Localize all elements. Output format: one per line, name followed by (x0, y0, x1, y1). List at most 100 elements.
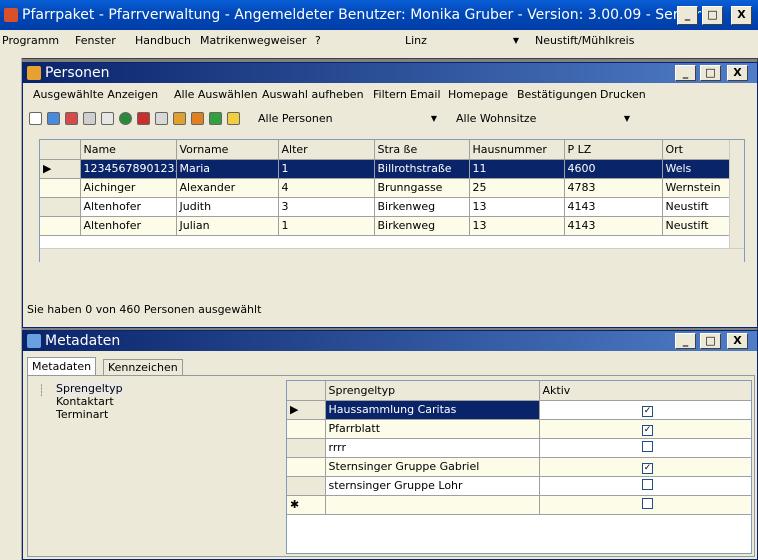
group-green-icon[interactable] (209, 112, 222, 125)
cell-hausnummer[interactable]: 13 (469, 197, 565, 217)
btn-drucken[interactable]: Drucken (600, 85, 646, 105)
cell-vorname[interactable]: Alexander (176, 178, 279, 198)
aktiv-checkbox[interactable] (642, 478, 653, 490)
cell-name[interactable]: Altenhofer (80, 216, 177, 236)
table-row[interactable]: rrrr (287, 438, 751, 458)
cell-sprengeltyp[interactable]: Haussammlung Caritas (325, 400, 540, 420)
cell-vorname[interactable]: Maria (176, 159, 279, 179)
cell-plz[interactable]: 4600 (564, 159, 663, 179)
btn-filtern[interactable]: Filtern (373, 85, 407, 105)
menu-matrikenwegweiser[interactable]: Matrikenwegweiser (200, 30, 306, 52)
row-selector[interactable] (40, 216, 81, 236)
cell-hausnummer[interactable]: 13 (469, 216, 565, 236)
cell-name[interactable]: 1234567890123... (80, 159, 177, 179)
aktiv-checkbox[interactable]: ✓ (642, 424, 653, 436)
aktiv-checkbox[interactable] (642, 497, 653, 509)
cell-sprengeltyp-new[interactable] (325, 495, 540, 515)
metadaten-close-button[interactable]: X (727, 333, 748, 349)
col-strasse[interactable]: Stra ße (374, 140, 470, 160)
pdf-icon[interactable] (137, 112, 150, 125)
checkbox-icon[interactable] (29, 112, 42, 125)
row-selector[interactable] (287, 457, 326, 477)
btn-alle-auswaehlen[interactable]: Alle Auswählen (174, 85, 258, 105)
col-sprengeltyp[interactable]: Sprengeltyp (325, 381, 540, 401)
group-icon[interactable] (191, 112, 204, 125)
cell-vorname[interactable]: Julian (176, 216, 279, 236)
table-row[interactable]: Sternsinger Gruppe Gabriel ✓ (287, 457, 751, 477)
col-aktiv[interactable]: Aktiv (539, 381, 751, 401)
cell-strasse[interactable]: Brunngasse (374, 178, 470, 198)
tree-item-sprengeltyp[interactable]: Sprengeltyp (56, 382, 123, 395)
btn-ausgewaehlte-anzeigen[interactable]: Ausgewählte Anzeigen (33, 85, 158, 105)
cell-plz[interactable]: 4783 (564, 178, 663, 198)
table-row[interactable]: ▶ Haussammlung Caritas ✓ (287, 400, 751, 420)
persons-vertical-scrollbar[interactable] (729, 140, 744, 248)
cell-name[interactable]: Aichinger (80, 178, 177, 198)
person-orange-icon[interactable] (173, 112, 186, 125)
residence-filter-select[interactable]: Alle Wohnsitze ▼ (451, 110, 636, 128)
new-row[interactable]: ✱ (287, 495, 751, 515)
col-alter[interactable]: Alter (278, 140, 375, 160)
cell-sprengeltyp[interactable]: Sternsinger Gruppe Gabriel (325, 457, 540, 477)
cell-alter[interactable]: 1 (278, 159, 375, 179)
delete-person-icon[interactable] (65, 112, 78, 125)
btn-auswahl-aufheben[interactable]: Auswahl aufheben (262, 85, 364, 105)
maximize-button[interactable]: □ (702, 6, 723, 25)
persons-filter-select[interactable]: Alle Personen ▼ (253, 110, 443, 128)
copy-icon[interactable] (155, 112, 168, 125)
persons-horizontal-scrollbar[interactable] (40, 248, 744, 262)
cell-plz[interactable]: 4143 (564, 216, 663, 236)
table-row[interactable]: Altenhofer Julian 1 Birkenweg 13 4143 Ne… (40, 216, 744, 236)
row-selector[interactable] (287, 419, 326, 439)
menu-handbuch[interactable]: Handbuch (135, 30, 191, 52)
tree-item-kontaktart[interactable]: Kontaktart (56, 395, 114, 408)
edit-icon[interactable] (101, 112, 114, 125)
parish-select[interactable]: Neustift/Mühlkreis (530, 32, 710, 50)
cell-alter[interactable]: 1 (278, 216, 375, 236)
personen-minimize-button[interactable]: _ (675, 65, 696, 81)
row-selector[interactable] (40, 197, 81, 217)
table-row[interactable]: Pfarrblatt ✓ (287, 419, 751, 439)
ribbon-icon[interactable] (227, 112, 240, 125)
tree-item-terminart[interactable]: Terminart (56, 408, 108, 421)
btn-bestaetigungen[interactable]: Bestätigungen (517, 85, 597, 105)
cell-sprengeltyp[interactable]: Pfarrblatt (325, 419, 540, 439)
col-plz[interactable]: P LZ (564, 140, 663, 160)
table-row[interactable]: ▶ 1234567890123... Maria 1 Billrothstraß… (40, 159, 744, 179)
metadaten-minimize-button[interactable]: _ (675, 333, 696, 349)
metadaten-maximize-button[interactable]: □ (700, 333, 721, 349)
cell-hausnummer[interactable]: 25 (469, 178, 565, 198)
cell-sprengeltyp[interactable]: sternsinger Gruppe Lohr (325, 476, 540, 496)
row-selector[interactable] (287, 476, 326, 496)
menu-programm[interactable]: Programm (2, 30, 59, 52)
close-button[interactable]: X (731, 6, 752, 25)
row-selector[interactable] (287, 438, 326, 458)
personen-close-button[interactable]: X (727, 65, 748, 81)
aktiv-checkbox[interactable]: ✓ (642, 462, 653, 474)
aktiv-checkbox[interactable] (642, 440, 653, 452)
filter-icon[interactable] (83, 112, 96, 125)
menu-fenster[interactable]: Fenster (75, 30, 116, 52)
personen-maximize-button[interactable]: □ (700, 65, 721, 81)
globe-icon[interactable] (119, 112, 132, 125)
col-name[interactable]: Name (80, 140, 177, 160)
location-select[interactable]: Linz ▼ (400, 32, 525, 50)
btn-homepage[interactable]: Homepage (448, 85, 508, 105)
cell-hausnummer[interactable]: 11 (469, 159, 565, 179)
cell-strasse[interactable]: Birkenweg (374, 197, 470, 217)
cell-sprengeltyp[interactable]: rrrr (325, 438, 540, 458)
add-person-icon[interactable] (47, 112, 60, 125)
tab-metadaten[interactable]: Metadaten (27, 357, 97, 375)
cell-plz[interactable]: 4143 (564, 197, 663, 217)
minimize-button[interactable]: _ (677, 6, 698, 25)
row-selector[interactable] (40, 178, 81, 198)
cell-strasse[interactable]: Birkenweg (374, 216, 470, 236)
cell-name[interactable]: Altenhofer (80, 197, 177, 217)
tab-kennzeichen[interactable]: Kennzeichen (103, 359, 183, 375)
table-row[interactable]: sternsinger Gruppe Lohr (287, 476, 751, 496)
table-row[interactable]: Altenhofer Judith 3 Birkenweg 13 4143 Ne… (40, 197, 744, 217)
menu-help[interactable]: ? (315, 30, 321, 52)
cell-vorname[interactable]: Judith (176, 197, 279, 217)
cell-alter[interactable]: 4 (278, 178, 375, 198)
cell-strasse[interactable]: Billrothstraße (374, 159, 470, 179)
